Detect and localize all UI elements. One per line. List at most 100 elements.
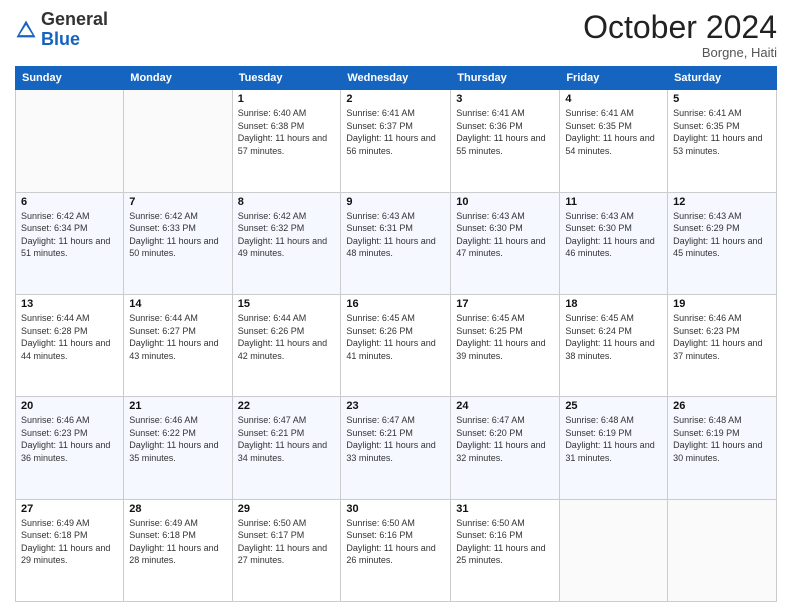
week-row-2: 6Sunrise: 6:42 AMSunset: 6:34 PMDaylight… bbox=[16, 192, 777, 294]
calendar-header-row: SundayMondayTuesdayWednesdayThursdayFrid… bbox=[16, 67, 777, 90]
day-cell: 26Sunrise: 6:48 AMSunset: 6:19 PMDayligh… bbox=[668, 397, 777, 499]
day-cell: 21 Sunrise: 6:46 AMSunset: 6:22 PMDayligh… bbox=[124, 397, 232, 499]
day-cell: 18 Sunrise: 6:45 AMSunset: 6:24 PMDayligh… bbox=[560, 294, 668, 396]
day-number: 9 bbox=[346, 196, 445, 208]
day-number: 7 bbox=[129, 196, 226, 208]
day-number: 6 bbox=[21, 196, 118, 208]
day-number: 1 bbox=[238, 93, 336, 105]
week-row-1: 1Sunrise: 6:40 AMSunset: 6:38 PMDaylight… bbox=[16, 90, 777, 192]
day-cell: 12 Sunrise: 6:43 AMSunset: 6:29 PMDayligh… bbox=[668, 192, 777, 294]
logo-general: General bbox=[41, 9, 108, 29]
day-number: 15 bbox=[238, 298, 336, 310]
day-cell bbox=[124, 90, 232, 192]
day-cell: 29 Sunrise: 6:50 AMSunset: 6:17 PMDayligh… bbox=[232, 499, 341, 601]
day-header-monday: Monday bbox=[124, 67, 232, 90]
day-info: Sunrise: 6:43 AMSunset: 6:31 PMDaylight:… bbox=[346, 210, 445, 260]
day-cell: 15 Sunrise: 6:44 AMSunset: 6:26 PMDayligh… bbox=[232, 294, 341, 396]
day-info: Sunrise: 6:42 AMSunset: 6:33 PMDaylight:… bbox=[129, 210, 226, 260]
day-number: 20 bbox=[21, 400, 118, 412]
day-number: 18 bbox=[565, 298, 662, 310]
day-cell: 13Sunrise: 6:44 AMSunset: 6:28 PMDayligh… bbox=[16, 294, 124, 396]
day-cell: 6Sunrise: 6:42 AMSunset: 6:34 PMDaylight… bbox=[16, 192, 124, 294]
location-subtitle: Borgne, Haiti bbox=[583, 45, 777, 60]
day-info: Sunrise: 6:44 AMSunset: 6:27 PMDaylight:… bbox=[129, 312, 226, 362]
week-row-3: 13Sunrise: 6:44 AMSunset: 6:28 PMDayligh… bbox=[16, 294, 777, 396]
day-cell: 20 Sunrise: 6:46 AMSunset: 6:23 PMDayligh… bbox=[16, 397, 124, 499]
day-number: 25 bbox=[565, 400, 662, 412]
day-header-wednesday: Wednesday bbox=[341, 67, 451, 90]
day-number: 31 bbox=[456, 503, 554, 515]
day-cell: 3 Sunrise: 6:41 AMSunset: 6:36 PMDaylight… bbox=[451, 90, 560, 192]
day-number: 17 bbox=[456, 298, 554, 310]
day-number: 13 bbox=[21, 298, 118, 310]
calendar-table: SundayMondayTuesdayWednesdayThursdayFrid… bbox=[15, 66, 777, 602]
day-info: Sunrise: 6:45 AMSunset: 6:24 PMDaylight:… bbox=[565, 312, 662, 362]
day-header-saturday: Saturday bbox=[668, 67, 777, 90]
logo-icon bbox=[15, 19, 37, 41]
logo-blue: Blue bbox=[41, 29, 80, 49]
day-cell: 22 Sunrise: 6:47 AMSunset: 6:21 PMDayligh… bbox=[232, 397, 341, 499]
day-info: Sunrise: 6:50 AMSunset: 6:16 PMDaylight:… bbox=[456, 517, 554, 567]
day-number: 19 bbox=[673, 298, 771, 310]
day-info: Sunrise: 6:41 AMSunset: 6:35 PMDaylight:… bbox=[565, 107, 662, 157]
day-info: Sunrise: 6:48 AMSunset: 6:19 PMDaylight:… bbox=[565, 414, 662, 464]
day-cell: 14 Sunrise: 6:44 AMSunset: 6:27 PMDayligh… bbox=[124, 294, 232, 396]
day-info: Sunrise: 6:41 AMSunset: 6:35 PMDaylight:… bbox=[673, 107, 771, 157]
day-number: 4 bbox=[565, 93, 662, 105]
day-info: Sunrise: 6:45 AMSunset: 6:25 PMDaylight:… bbox=[456, 312, 554, 362]
day-cell: 31 Sunrise: 6:50 AMSunset: 6:16 PMDayligh… bbox=[451, 499, 560, 601]
day-cell: 8Sunrise: 6:42 AMSunset: 6:32 PMDaylight… bbox=[232, 192, 341, 294]
day-info: Sunrise: 6:43 AMSunset: 6:29 PMDaylight:… bbox=[673, 210, 771, 260]
day-info: Sunrise: 6:48 AMSunset: 6:19 PMDaylight:… bbox=[673, 414, 771, 464]
day-cell: 23 Sunrise: 6:47 AMSunset: 6:21 PMDayligh… bbox=[341, 397, 451, 499]
logo-text: General Blue bbox=[41, 10, 108, 50]
page: General Blue October 2024 Borgne, Haiti … bbox=[0, 0, 792, 612]
day-number: 23 bbox=[346, 400, 445, 412]
day-info: Sunrise: 6:47 AMSunset: 6:21 PMDaylight:… bbox=[238, 414, 336, 464]
day-number: 11 bbox=[565, 196, 662, 208]
day-cell: 7 Sunrise: 6:42 AMSunset: 6:33 PMDaylight… bbox=[124, 192, 232, 294]
day-info: Sunrise: 6:46 AMSunset: 6:23 PMDaylight:… bbox=[21, 414, 118, 464]
day-info: Sunrise: 6:45 AMSunset: 6:26 PMDaylight:… bbox=[346, 312, 445, 362]
day-number: 30 bbox=[346, 503, 445, 515]
day-number: 10 bbox=[456, 196, 554, 208]
day-cell bbox=[16, 90, 124, 192]
week-row-4: 20 Sunrise: 6:46 AMSunset: 6:23 PMDayligh… bbox=[16, 397, 777, 499]
day-info: Sunrise: 6:46 AMSunset: 6:22 PMDaylight:… bbox=[129, 414, 226, 464]
day-header-tuesday: Tuesday bbox=[232, 67, 341, 90]
day-info: Sunrise: 6:50 AMSunset: 6:16 PMDaylight:… bbox=[346, 517, 445, 567]
day-number: 22 bbox=[238, 400, 336, 412]
day-info: Sunrise: 6:43 AMSunset: 6:30 PMDaylight:… bbox=[565, 210, 662, 260]
day-number: 21 bbox=[129, 400, 226, 412]
day-cell: 19Sunrise: 6:46 AMSunset: 6:23 PMDayligh… bbox=[668, 294, 777, 396]
day-info: Sunrise: 6:49 AMSunset: 6:18 PMDaylight:… bbox=[129, 517, 226, 567]
logo: General Blue bbox=[15, 10, 108, 50]
day-header-thursday: Thursday bbox=[451, 67, 560, 90]
day-number: 12 bbox=[673, 196, 771, 208]
day-cell: 24 Sunrise: 6:47 AMSunset: 6:20 PMDayligh… bbox=[451, 397, 560, 499]
day-cell: 1Sunrise: 6:40 AMSunset: 6:38 PMDaylight… bbox=[232, 90, 341, 192]
day-number: 2 bbox=[346, 93, 445, 105]
day-header-sunday: Sunday bbox=[16, 67, 124, 90]
header: General Blue October 2024 Borgne, Haiti bbox=[15, 10, 777, 60]
day-number: 14 bbox=[129, 298, 226, 310]
day-cell: 9 Sunrise: 6:43 AMSunset: 6:31 PMDaylight… bbox=[341, 192, 451, 294]
day-info: Sunrise: 6:47 AMSunset: 6:21 PMDaylight:… bbox=[346, 414, 445, 464]
day-info: Sunrise: 6:47 AMSunset: 6:20 PMDaylight:… bbox=[456, 414, 554, 464]
day-info: Sunrise: 6:49 AMSunset: 6:18 PMDaylight:… bbox=[21, 517, 118, 567]
day-number: 8 bbox=[238, 196, 336, 208]
day-info: Sunrise: 6:41 AMSunset: 6:36 PMDaylight:… bbox=[456, 107, 554, 157]
day-info: Sunrise: 6:44 AMSunset: 6:26 PMDaylight:… bbox=[238, 312, 336, 362]
day-number: 29 bbox=[238, 503, 336, 515]
day-number: 24 bbox=[456, 400, 554, 412]
day-number: 28 bbox=[129, 503, 226, 515]
day-cell: 10Sunrise: 6:43 AMSunset: 6:30 PMDayligh… bbox=[451, 192, 560, 294]
day-number: 3 bbox=[456, 93, 554, 105]
day-number: 16 bbox=[346, 298, 445, 310]
day-cell: 16 Sunrise: 6:45 AMSunset: 6:26 PMDayligh… bbox=[341, 294, 451, 396]
day-cell bbox=[560, 499, 668, 601]
month-title: October 2024 bbox=[583, 10, 777, 45]
day-cell: 17 Sunrise: 6:45 AMSunset: 6:25 PMDayligh… bbox=[451, 294, 560, 396]
day-info: Sunrise: 6:50 AMSunset: 6:17 PMDaylight:… bbox=[238, 517, 336, 567]
day-cell: 2Sunrise: 6:41 AMSunset: 6:37 PMDaylight… bbox=[341, 90, 451, 192]
